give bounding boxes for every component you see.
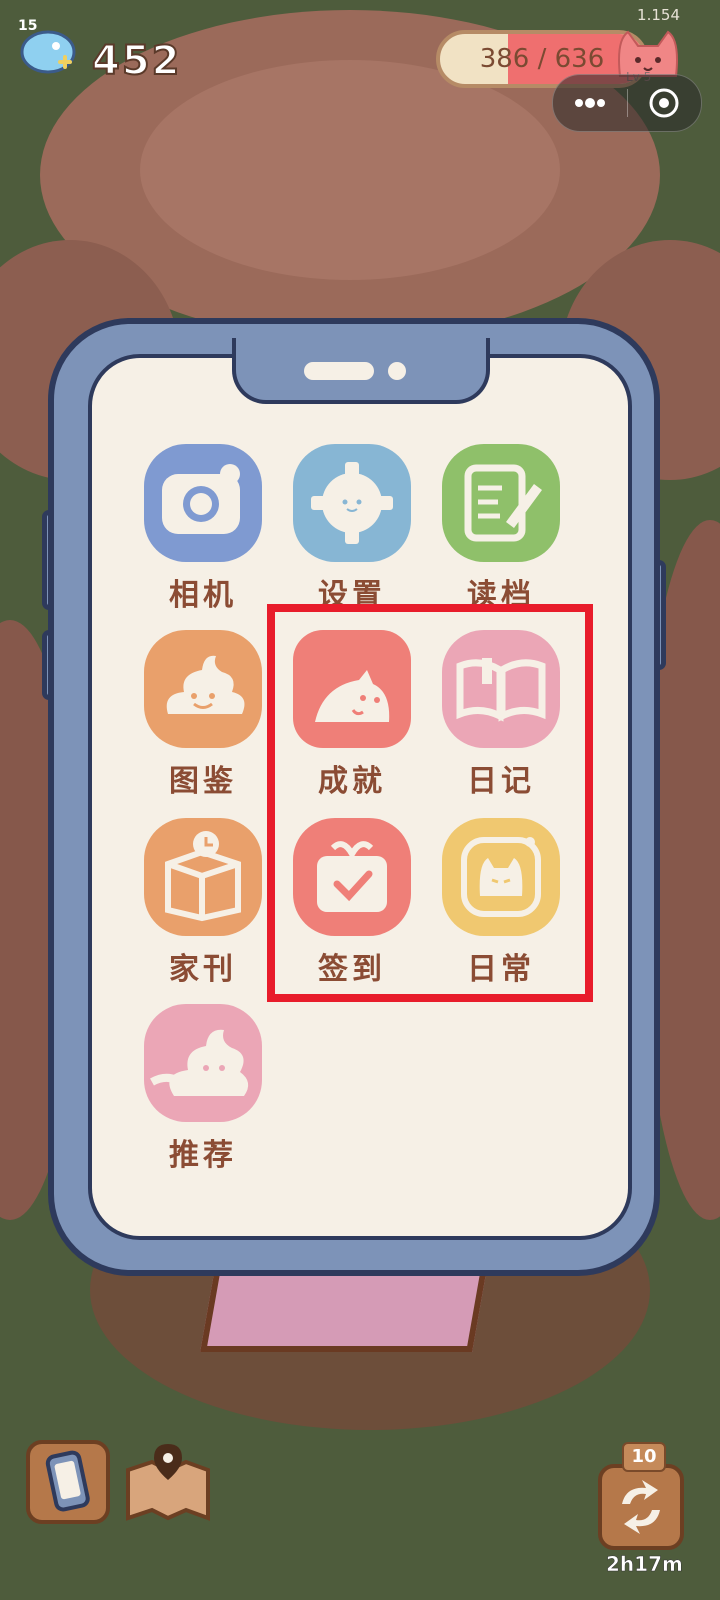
- refresh-count-badge: 10: [622, 1442, 666, 1472]
- phone-menu-button[interactable]: [26, 1440, 110, 1524]
- currency-amount: 452: [91, 37, 182, 85]
- phone-speaker: [304, 362, 374, 380]
- gem-level-count: 15: [18, 18, 38, 34]
- refresh-timer: 2h17m: [606, 1552, 683, 1577]
- close-mini-program-button[interactable]: [628, 75, 701, 131]
- map-button[interactable]: [124, 1440, 212, 1524]
- app-load-save[interactable]: 读档: [441, 444, 561, 614]
- app-recommend[interactable]: 推荐: [143, 1004, 263, 1174]
- camera-icon: [144, 444, 262, 562]
- more-dots-icon: [575, 98, 605, 108]
- phone-camera-dot: [388, 362, 406, 380]
- poop-recommend-icon: [144, 1004, 262, 1122]
- app-label: 图鉴: [169, 764, 237, 799]
- version-label: 1.154: [637, 6, 680, 24]
- refresh-button[interactable]: [598, 1464, 684, 1550]
- app-label: 相机: [169, 578, 237, 613]
- gem-icon[interactable]: [20, 28, 76, 74]
- highlight-box: [267, 604, 593, 1002]
- notch-cover: [236, 336, 486, 346]
- map-icon: [126, 1444, 210, 1521]
- target-close-icon: [649, 88, 679, 118]
- tree-foliage: [140, 60, 560, 280]
- edit-document-icon: [442, 444, 560, 562]
- mini-program-capsule: [552, 74, 702, 132]
- poop-encyclopedia-icon: [144, 630, 262, 748]
- more-menu-button[interactable]: [553, 75, 627, 131]
- refresh-icon: [622, 1480, 660, 1534]
- app-encyclopedia[interactable]: 图鉴: [143, 630, 263, 800]
- phone-icon: [45, 1450, 90, 1512]
- app-settings[interactable]: 设置: [292, 444, 412, 614]
- app-label: 推荐: [169, 1138, 237, 1173]
- gear-icon: [293, 444, 411, 562]
- box-clock-icon: [144, 818, 262, 936]
- app-camera[interactable]: 相机: [143, 444, 263, 614]
- app-label: 家刊: [169, 952, 237, 987]
- app-family-magazine[interactable]: 家刊: [143, 818, 263, 988]
